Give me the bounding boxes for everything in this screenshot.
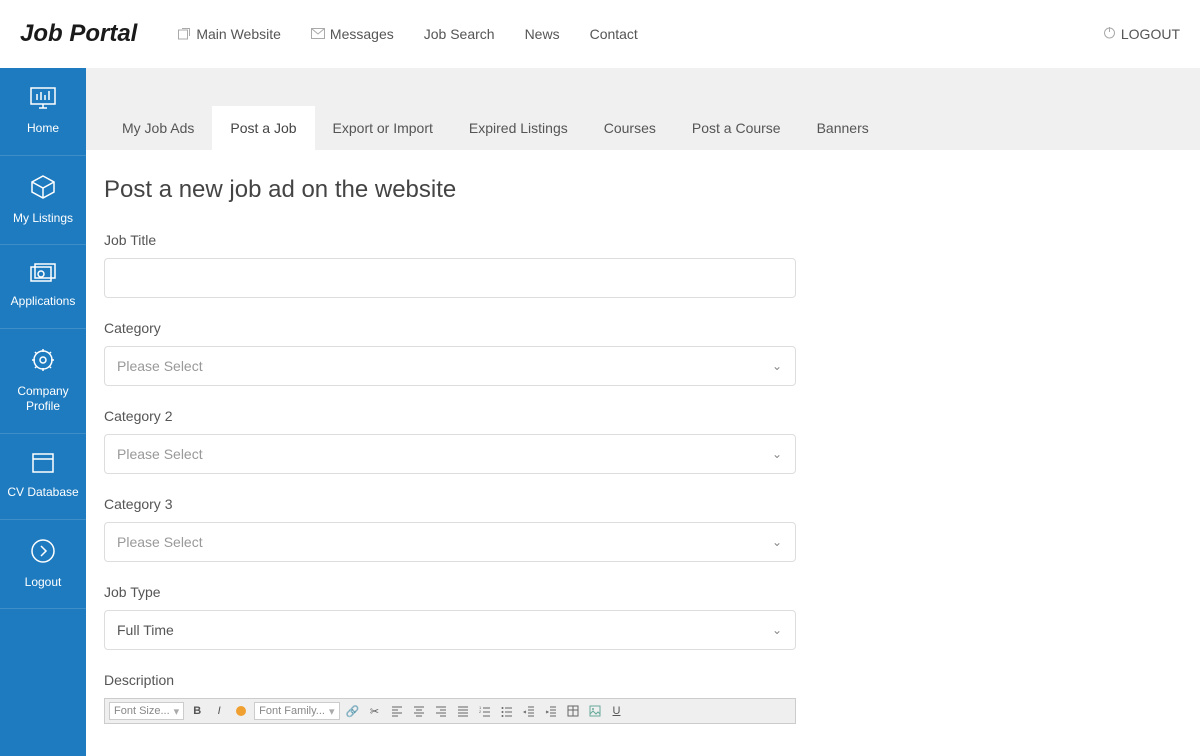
color-button[interactable]	[232, 702, 250, 720]
ordered-list-button[interactable]: 12	[476, 702, 494, 720]
table-button[interactable]	[564, 702, 582, 720]
sidebar-item-label: My Listings	[13, 211, 73, 227]
sidebar-item-applications[interactable]: Applications	[0, 245, 86, 329]
nav-label: Main Website	[196, 26, 281, 42]
nav-messages[interactable]: Messages	[311, 26, 394, 42]
nav-news[interactable]: News	[525, 26, 560, 42]
editor-toolbar: Font Size...▾ B I Font Family...▾ 🔗 ✂	[104, 698, 796, 724]
category2-label: Category 2	[104, 408, 796, 424]
sidebar-item-label: Home	[27, 121, 59, 137]
font-size-select[interactable]: Font Size...▾	[109, 702, 184, 720]
sidebar-item-label: Company Profile	[6, 384, 80, 415]
box-icon	[30, 174, 56, 211]
tab-expired-listings[interactable]: Expired Listings	[451, 106, 586, 150]
nav-main-website[interactable]: Main Website	[177, 26, 281, 42]
nav-label: Job Search	[424, 26, 495, 42]
main-content: My Job Ads Post a Job Export or Import E…	[86, 68, 1200, 756]
svg-text:2: 2	[479, 709, 482, 714]
italic-button[interactable]: I	[210, 702, 228, 720]
tab-post-a-job[interactable]: Post a Job	[212, 106, 314, 150]
sidebar-item-company-profile[interactable]: Company Profile	[0, 329, 86, 434]
job-title-input[interactable]	[104, 258, 796, 298]
logout-label: LOGOUT	[1121, 26, 1180, 42]
form-panel: Post a new job ad on the website Job Tit…	[86, 150, 1200, 756]
sidebar: Home My Listings Applications Company Pr…	[0, 68, 86, 756]
sidebar-item-home[interactable]: Home	[0, 68, 86, 156]
nav-contact[interactable]: Contact	[590, 26, 638, 42]
monitor-icon	[29, 86, 57, 121]
nav-job-search[interactable]: Job Search	[424, 26, 495, 42]
align-justify-button[interactable]	[454, 702, 472, 720]
sidebar-item-logout[interactable]: Logout	[0, 520, 86, 610]
category-label: Category	[104, 320, 796, 336]
top-header: Job Portal Main Website Messages Job Sea…	[0, 0, 1200, 68]
tab-courses[interactable]: Courses	[586, 106, 674, 150]
tab-my-job-ads[interactable]: My Job Ads	[104, 106, 212, 150]
category3-label: Category 3	[104, 496, 796, 512]
image-button[interactable]	[586, 702, 604, 720]
font-family-select[interactable]: Font Family...▾	[254, 702, 339, 720]
logo: Job Portal	[20, 20, 137, 48]
description-label: Description	[104, 672, 796, 688]
sidebar-item-label: CV Database	[7, 485, 78, 501]
sidebar-item-label: Logout	[25, 575, 62, 591]
power-icon	[1103, 26, 1116, 42]
window-icon	[31, 452, 55, 485]
unordered-list-button[interactable]	[498, 702, 516, 720]
underline-button[interactable]: U	[608, 702, 626, 720]
page-title: Post a new job ad on the website	[104, 176, 1182, 204]
link-button[interactable]: 🔗	[344, 702, 362, 720]
job-type-select[interactable]: Full Time	[104, 610, 796, 650]
sidebar-item-listings[interactable]: My Listings	[0, 156, 86, 246]
nav-label: Contact	[590, 26, 638, 42]
outdent-button[interactable]	[520, 702, 538, 720]
cash-icon	[29, 263, 57, 294]
category3-select[interactable]: Please Select	[104, 522, 796, 562]
arrow-circle-icon	[30, 538, 56, 575]
sidebar-item-label: Applications	[11, 294, 76, 310]
tab-banners[interactable]: Banners	[799, 106, 887, 150]
job-type-label: Job Type	[104, 584, 796, 600]
category-select[interactable]: Please Select	[104, 346, 796, 386]
align-right-button[interactable]	[432, 702, 450, 720]
top-nav: Main Website Messages Job Search News Co…	[177, 26, 1103, 42]
external-link-icon	[177, 27, 191, 41]
tab-post-a-course[interactable]: Post a Course	[674, 106, 799, 150]
gear-icon	[30, 347, 56, 384]
indent-button[interactable]	[542, 702, 560, 720]
bold-button[interactable]: B	[188, 702, 206, 720]
sidebar-item-cv-database[interactable]: CV Database	[0, 434, 86, 520]
nav-label: News	[525, 26, 560, 42]
category2-select[interactable]: Please Select	[104, 434, 796, 474]
tab-export-import[interactable]: Export or Import	[315, 106, 451, 150]
job-title-label: Job Title	[104, 232, 796, 248]
nav-label: Messages	[330, 26, 394, 42]
align-center-button[interactable]	[410, 702, 428, 720]
tabs: My Job Ads Post a Job Export or Import E…	[86, 68, 1200, 150]
logout-link[interactable]: LOGOUT	[1103, 26, 1180, 42]
align-left-button[interactable]	[388, 702, 406, 720]
unlink-button[interactable]: ✂	[366, 702, 384, 720]
mail-icon	[311, 27, 325, 41]
